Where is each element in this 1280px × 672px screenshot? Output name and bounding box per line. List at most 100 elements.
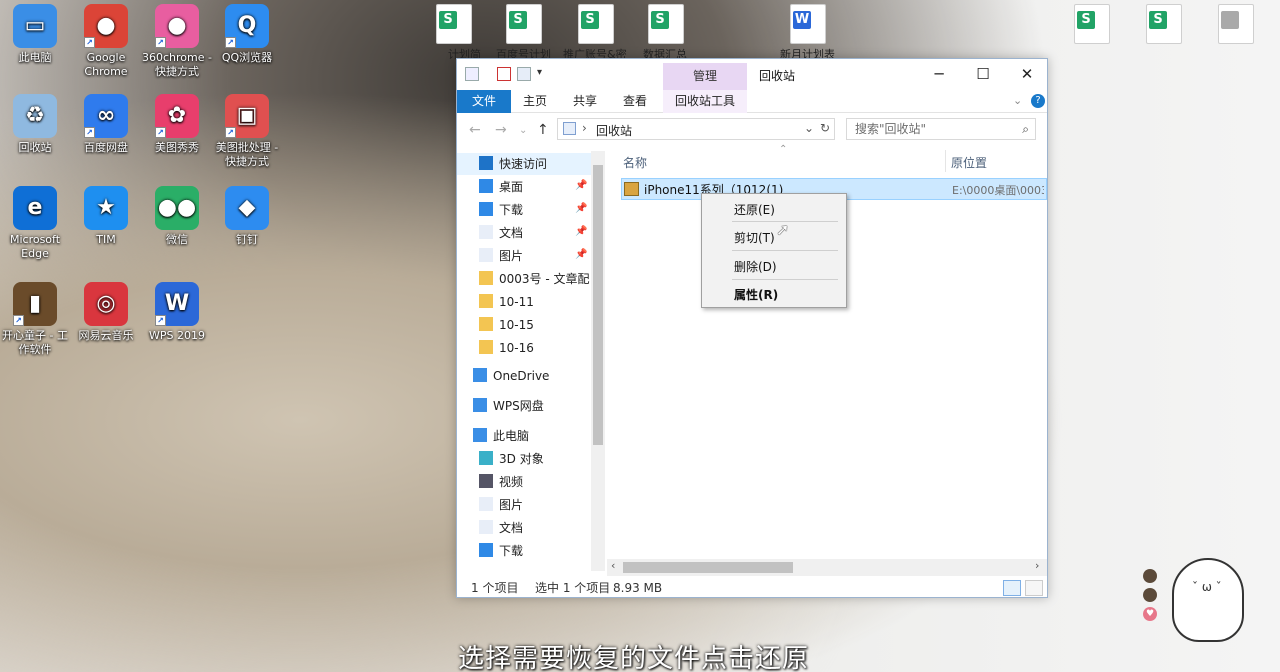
desktop-shortcut[interactable]: ▮ ↗ 开心童子 - 工作软件 bbox=[0, 282, 70, 357]
scroll-left-icon[interactable]: ‹ bbox=[611, 559, 615, 572]
sidebar-item[interactable]: 快速访问 bbox=[457, 153, 591, 175]
icon-glyph: ★ bbox=[96, 195, 116, 220]
sidebar-item[interactable]: 0003号 - 文章配 bbox=[479, 268, 590, 290]
qq-browser-icon: Q ↗ bbox=[225, 4, 269, 48]
up-arrow-icon[interactable]: ↑ bbox=[537, 122, 549, 138]
wps-icon: W ↗ bbox=[155, 282, 199, 326]
sidebar-item[interactable]: 下载 bbox=[479, 540, 523, 562]
large-icons-view-icon[interactable] bbox=[1025, 580, 1043, 596]
cut-menu-item[interactable]: 剪切(T) bbox=[734, 229, 775, 246]
horizontal-scrollbar[interactable]: ‹ › bbox=[607, 559, 1047, 576]
restore-menu-item[interactable]: 还原(E) bbox=[734, 201, 775, 218]
expand-ribbon-icon[interactable]: ⌄ bbox=[1013, 94, 1022, 107]
desktop-shortcut[interactable]: ∞ ↗ 百度网盘 bbox=[71, 94, 141, 155]
top-file-7[interactable]: S bbox=[1146, 4, 1182, 44]
sidebar-item[interactable]: 10-16 bbox=[479, 337, 534, 359]
tab-recycle-bin-tools[interactable]: 回收站工具 bbox=[663, 90, 747, 113]
horizontal-scroll-thumb[interactable] bbox=[623, 562, 793, 573]
top-file-3[interactable]: S bbox=[578, 4, 614, 44]
properties-quick-icon[interactable] bbox=[497, 67, 511, 81]
top-file-6[interactable]: S bbox=[1074, 4, 1110, 44]
sidebar-item[interactable]: 文档 bbox=[479, 517, 523, 539]
sidebar-item[interactable]: 视频 bbox=[479, 471, 523, 493]
tab-share[interactable]: 共享 bbox=[565, 90, 605, 113]
address-input[interactable]: › 回收站 ⌄ ↻ bbox=[557, 118, 835, 140]
sidebar-item-label: 10-15 bbox=[499, 318, 534, 332]
recycle-bin-path-icon bbox=[563, 122, 576, 135]
desktop-shortcut[interactable]: ● ↗ 360chrome - 快捷方式 bbox=[142, 4, 212, 79]
close-button[interactable]: ✕ bbox=[1005, 59, 1049, 89]
refresh-icon[interactable]: ↻ bbox=[820, 121, 830, 135]
recent-dropdown-icon[interactable]: ⌄ bbox=[519, 125, 527, 136]
wechat-icon: ●● bbox=[155, 186, 199, 230]
sidebar-item[interactable]: 10-11 bbox=[479, 291, 534, 313]
shortcut-arrow-icon: ↗ bbox=[155, 315, 166, 326]
sidebar-item[interactable]: WPS网盘 bbox=[473, 395, 544, 417]
top-file-8[interactable] bbox=[1218, 4, 1254, 44]
sidebar-item[interactable]: 文档 bbox=[479, 222, 523, 244]
customize-toolbar-icon[interactable]: ▾ bbox=[537, 67, 542, 78]
icon-glyph: ▮ bbox=[28, 291, 42, 316]
sidebar-item-label: 10-11 bbox=[499, 295, 534, 309]
desktop-shortcut[interactable]: ●● 微信 bbox=[142, 186, 212, 247]
sidebar-item-label: 文档 bbox=[499, 226, 524, 240]
netease-music-icon: ◎ bbox=[84, 282, 128, 326]
computer-icon bbox=[473, 428, 487, 442]
minimize-button[interactable]: ─ bbox=[917, 59, 961, 89]
scroll-right-icon[interactable]: › bbox=[1035, 559, 1039, 572]
top-file-4[interactable]: S bbox=[648, 4, 684, 44]
sidebar-item[interactable]: OneDrive bbox=[473, 365, 549, 387]
menu-separator bbox=[732, 250, 838, 251]
watermark-heart-icon: ♥ bbox=[1143, 607, 1157, 621]
tab-home[interactable]: 主页 bbox=[515, 90, 555, 113]
top-file-1[interactable]: S bbox=[436, 4, 472, 44]
file-location: E:\0000桌面\0003 bbox=[952, 184, 1044, 197]
sidebar-item-label: 3D 对象 bbox=[499, 452, 544, 466]
maximize-button[interactable]: ☐ bbox=[961, 59, 1005, 89]
column-header-name[interactable]: 名称 bbox=[623, 154, 647, 171]
desktop-shortcut[interactable]: ♻ 回收站 bbox=[0, 94, 70, 155]
address-dropdown-icon[interactable]: ⌄ bbox=[804, 121, 814, 135]
column-header-location[interactable]: 原位置 bbox=[951, 154, 987, 171]
details-view-icon[interactable] bbox=[1003, 580, 1021, 596]
help-icon[interactable]: ? bbox=[1031, 94, 1045, 108]
top-file-2[interactable]: S bbox=[506, 4, 542, 44]
sidebar-item[interactable]: 图片 bbox=[479, 245, 523, 267]
desktop-shortcut[interactable]: Q ↗ QQ浏览器 bbox=[212, 4, 282, 65]
icon-glyph: ●● bbox=[157, 195, 197, 220]
sheet-icon: S bbox=[1077, 11, 1095, 29]
desktop-shortcut[interactable]: e Microsoft Edge bbox=[0, 186, 70, 261]
desktop-shortcut[interactable]: W ↗ WPS 2019 bbox=[142, 282, 212, 343]
sidebar-item-label: 文档 bbox=[499, 521, 524, 535]
desktop-shortcut[interactable]: ▭ 此电脑 bbox=[0, 4, 70, 65]
properties-menu-item[interactable]: 属性(R) bbox=[734, 286, 778, 303]
desktop-shortcut[interactable]: ★ TIM bbox=[71, 186, 141, 247]
back-arrow-icon[interactable]: ← bbox=[469, 122, 481, 138]
sidebar-item[interactable]: 此电脑 bbox=[473, 425, 529, 447]
search-placeholder: 搜索"回收站" bbox=[855, 122, 927, 136]
new-folder-quick-icon[interactable] bbox=[517, 67, 531, 81]
sidebar-item[interactable]: 图片 bbox=[479, 494, 523, 516]
desktop-shortcut[interactable]: ● ↗ Google Chrome bbox=[71, 4, 141, 79]
watermark-dot-icon bbox=[1143, 588, 1157, 602]
tab-file[interactable]: 文件 bbox=[457, 90, 511, 113]
navigation-scroll-thumb[interactable] bbox=[593, 165, 603, 445]
search-input[interactable]: 搜索"回收站" ⌕ bbox=[846, 118, 1036, 140]
tab-view[interactable]: 查看 bbox=[615, 90, 655, 113]
manage-context-tab[interactable]: 管理 bbox=[663, 63, 747, 90]
360chrome-icon: ● ↗ bbox=[155, 4, 199, 48]
desktop-shortcut[interactable]: ✿ ↗ 美图秀秀 bbox=[142, 94, 212, 155]
icon-glyph: e bbox=[27, 195, 43, 220]
pin-icon: 📌 bbox=[575, 226, 588, 237]
sidebar-item[interactable]: 10-15 bbox=[479, 314, 534, 336]
forward-arrow-icon[interactable]: → bbox=[495, 122, 507, 138]
top-file-5[interactable]: W bbox=[790, 4, 826, 44]
desktop-shortcut[interactable]: ▣ ↗ 美图批处理 - 快捷方式 bbox=[212, 94, 282, 169]
desktop-shortcut[interactable]: ◎ 网易云音乐 bbox=[71, 282, 141, 343]
sidebar-item[interactable]: 桌面 bbox=[479, 176, 523, 198]
column-divider[interactable] bbox=[945, 150, 946, 172]
delete-menu-item[interactable]: 删除(D) bbox=[734, 258, 777, 275]
desktop-shortcut[interactable]: ◆ 钉钉 bbox=[212, 186, 282, 247]
sidebar-item[interactable]: 3D 对象 bbox=[479, 448, 544, 470]
sidebar-item[interactable]: 下载 bbox=[479, 199, 523, 221]
